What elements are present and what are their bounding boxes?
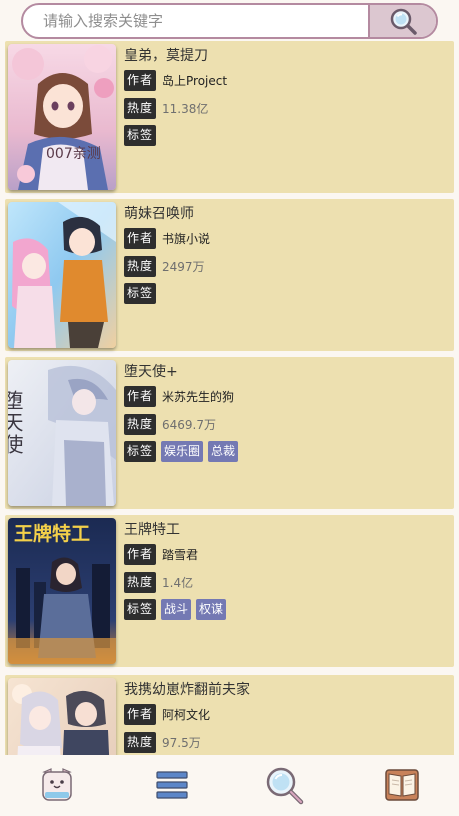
popularity-value: 1.4亿 bbox=[162, 576, 194, 590]
author-value: 书旗小说 bbox=[162, 232, 211, 246]
comic-cover[interactable]: 007亲测 bbox=[8, 44, 116, 190]
comic-title: 王牌特工 bbox=[124, 522, 180, 538]
popularity-label: 热度 bbox=[124, 256, 157, 277]
popularity-label: 热度 bbox=[124, 732, 157, 753]
popularity-label: 热度 bbox=[124, 98, 157, 119]
tag-chip[interactable]: 战斗 bbox=[161, 599, 192, 620]
comic-title: 堕天使+ bbox=[124, 364, 178, 380]
comic-card[interactable]: 萌妹召唤师 作者 书旗小说 热度 2497万 标签 bbox=[5, 199, 454, 351]
author-row: 作者 踏雪君 bbox=[124, 544, 198, 565]
comic-card[interactable]: 007亲测 皇弟，莫提刀 作者 岛上Project 热度 11.38亿 标签 bbox=[5, 41, 454, 193]
author-label: 作者 bbox=[124, 70, 157, 91]
tags-row: 标签 bbox=[124, 125, 157, 146]
comic-cover[interactable] bbox=[8, 202, 116, 348]
cover-title-art: 堕天使 bbox=[8, 390, 24, 456]
popularity-label: 热度 bbox=[124, 572, 157, 593]
author-label: 作者 bbox=[124, 228, 157, 249]
author-row: 作者 阿柯文化 bbox=[124, 704, 210, 725]
popularity-row: 热度 6469.7万 bbox=[124, 414, 216, 435]
comic-card[interactable]: 王牌特工 王牌特工 作者 踏雪君 热度 1.4亿 标签 战斗 权谋 bbox=[5, 515, 454, 667]
author-value: 踏雪君 bbox=[162, 548, 199, 562]
nav-bookshelf[interactable] bbox=[382, 765, 422, 805]
popularity-row: 热度 11.38亿 bbox=[124, 98, 208, 119]
tag-chip[interactable]: 权谋 bbox=[196, 599, 227, 620]
author-row: 作者 书旗小说 bbox=[124, 228, 210, 249]
popularity-value: 6469.7万 bbox=[162, 418, 217, 432]
author-label: 作者 bbox=[124, 544, 157, 565]
app-screen: 007亲测 皇弟，莫提刀 作者 岛上Project 热度 11.38亿 标签 bbox=[0, 0, 459, 816]
list-icon bbox=[156, 771, 188, 799]
comic-cover[interactable]: 堕天使 bbox=[8, 360, 116, 506]
popularity-row: 热度 1.4亿 bbox=[124, 572, 193, 593]
tags-label: 标签 bbox=[124, 599, 157, 620]
tags-row: 标签 战斗 权谋 bbox=[124, 599, 227, 620]
search-bar bbox=[21, 3, 438, 39]
comic-list: 007亲测 皇弟，莫提刀 作者 岛上Project 热度 11.38亿 标签 萌… bbox=[5, 41, 454, 755]
author-row: 作者 岛上Project bbox=[124, 70, 227, 91]
popularity-value: 97.5万 bbox=[162, 736, 201, 750]
search-icon bbox=[266, 767, 304, 805]
author-label: 作者 bbox=[124, 704, 157, 725]
tags-row: 标签 娱乐圈 总裁 bbox=[124, 441, 239, 462]
author-label: 作者 bbox=[124, 386, 157, 407]
tags-row: 标签 bbox=[124, 283, 157, 304]
nav-search[interactable] bbox=[264, 765, 304, 805]
bottom-nav bbox=[0, 755, 459, 816]
tags-label: 标签 bbox=[124, 125, 157, 146]
popularity-label: 热度 bbox=[124, 414, 157, 435]
popularity-value: 11.38亿 bbox=[162, 102, 209, 116]
author-row: 作者 米苏先生的狗 bbox=[124, 386, 234, 407]
search-input[interactable] bbox=[23, 5, 368, 37]
home-icon bbox=[42, 768, 72, 801]
tags-label: 标签 bbox=[124, 441, 157, 462]
comic-title: 皇弟，莫提刀 bbox=[124, 48, 208, 64]
popularity-value: 2497万 bbox=[162, 260, 205, 274]
comic-card[interactable]: 我携幼崽炸翻前夫家 作者 阿柯文化 热度 97.5万 bbox=[5, 675, 454, 755]
tags-label: 标签 bbox=[124, 283, 157, 304]
nav-list[interactable] bbox=[152, 765, 192, 805]
comic-cover[interactable]: 王牌特工 bbox=[8, 518, 116, 664]
popularity-row: 热度 2497万 bbox=[124, 256, 205, 277]
book-icon bbox=[385, 769, 419, 801]
comic-title: 我携幼崽炸翻前夫家 bbox=[124, 682, 250, 698]
tag-chip[interactable]: 总裁 bbox=[208, 441, 239, 462]
comic-cover[interactable] bbox=[8, 678, 116, 755]
author-value: 岛上Project bbox=[162, 74, 228, 88]
nav-home[interactable] bbox=[37, 765, 77, 805]
author-value: 米苏先生的狗 bbox=[162, 390, 235, 404]
comic-title: 萌妹召唤师 bbox=[124, 206, 194, 222]
tag-chip[interactable]: 娱乐圈 bbox=[161, 441, 204, 462]
popularity-row: 热度 97.5万 bbox=[124, 732, 201, 753]
magnifier-icon bbox=[390, 8, 417, 35]
search-button[interactable] bbox=[368, 5, 436, 37]
cover-watermark: 007亲测 bbox=[46, 146, 101, 162]
cover-title-art: 王牌特工 bbox=[14, 522, 90, 545]
comic-card[interactable]: 堕天使 堕天使+ 作者 米苏先生的狗 热度 6469.7万 标签 娱乐圈 总裁 bbox=[5, 357, 454, 509]
author-value: 阿柯文化 bbox=[162, 708, 211, 722]
